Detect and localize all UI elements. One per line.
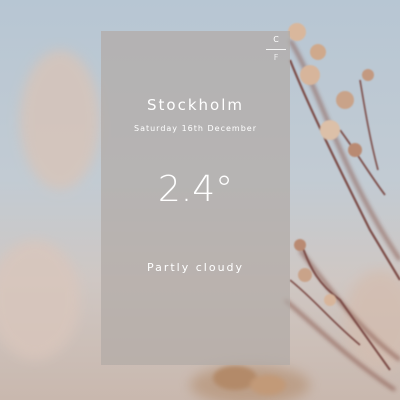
unit-divider bbox=[266, 49, 286, 50]
weather-condition: Partly cloudy bbox=[146, 261, 245, 274]
celsius-toggle[interactable]: C bbox=[266, 35, 286, 45]
fahrenheit-toggle[interactable]: F bbox=[266, 53, 286, 63]
weather-card: C F Stockholm Saturday 16th December 2.4… bbox=[101, 31, 290, 365]
date-label: Saturday 16th December bbox=[133, 124, 257, 133]
unit-toggle: C F bbox=[266, 35, 286, 63]
city-name: Stockholm bbox=[147, 96, 244, 114]
temperature-value: 2.4° bbox=[157, 169, 234, 210]
